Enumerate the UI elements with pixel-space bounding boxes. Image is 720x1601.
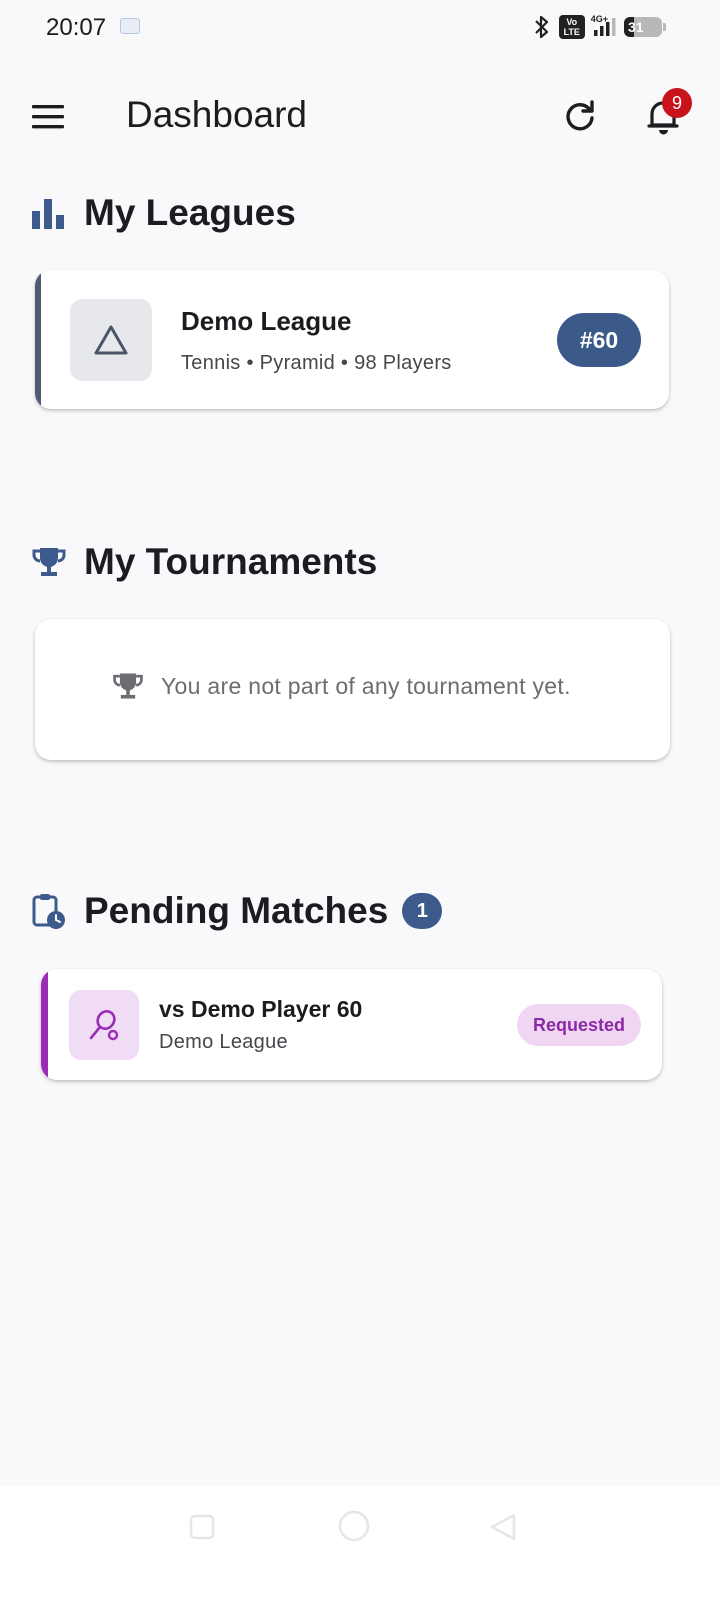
leagues-section-header: My Leagues — [30, 192, 296, 234]
home-button[interactable] — [336, 1508, 372, 1549]
match-opponent: vs Demo Player 60 — [159, 996, 363, 1022]
league-card[interactable]: Demo League Tennis • Pyramid • 98 Player… — [35, 270, 669, 409]
circle-icon — [338, 1510, 370, 1542]
battery-icon: 31 — [624, 17, 666, 37]
match-status-badge: Requested — [517, 1004, 641, 1046]
league-thumbnail — [70, 299, 152, 381]
battery-level: 31 — [628, 19, 644, 35]
back-button[interactable] — [488, 1511, 518, 1548]
match-card-accent — [41, 969, 48, 1080]
notification-count-badge: 9 — [662, 88, 692, 118]
bluetooth-icon — [534, 15, 548, 39]
tennis-racket-icon — [89, 1010, 119, 1041]
app-bar: Dashboard — [0, 80, 720, 152]
tournaments-empty-card: You are not part of any tournament yet. — [35, 619, 670, 760]
menu-icon — [32, 105, 64, 129]
pending-match-card[interactable]: vs Demo Player 60 Demo League Requested — [41, 969, 662, 1080]
section-title: My Tournaments — [84, 541, 378, 582]
bar-chart-icon — [32, 199, 64, 229]
refresh-icon — [566, 100, 594, 131]
trophy-icon — [113, 673, 143, 699]
menu-button[interactable] — [30, 100, 68, 134]
pending-count-badge: 1 — [402, 893, 443, 929]
refresh-button[interactable] — [560, 96, 600, 136]
section-title: Pending Matches — [84, 890, 389, 931]
page-title: Dashboard — [126, 94, 308, 135]
square-icon — [189, 1514, 215, 1540]
status-icons: Vo LTE 4G+ 31 — [531, 14, 666, 40]
system-nav-bar — [0, 1486, 720, 1601]
league-card-accent — [35, 270, 41, 409]
match-league: Demo League — [159, 1031, 288, 1053]
section-title: My Leagues — [84, 192, 296, 233]
league-name: Demo League — [181, 306, 352, 336]
league-meta: Tennis • Pyramid • 98 Players — [181, 352, 452, 374]
pending-section-header: Pending Matches 1 — [30, 890, 443, 932]
status-bar: 20:07 Vo LTE 4G+ 31 — [0, 0, 720, 58]
trophy-icon — [32, 548, 66, 576]
volte-icon: Vo LTE — [558, 15, 585, 39]
status-time: 20:07 — [46, 14, 107, 41]
empty-message: You are not part of any tournament yet. — [161, 672, 571, 699]
triangle-icon — [94, 325, 128, 355]
back-triangle-icon — [490, 1513, 516, 1541]
match-thumbnail — [69, 990, 139, 1060]
app-notification-icon — [120, 18, 140, 34]
network-type-label: 4G+ — [590, 14, 608, 24]
league-rank-badge: #60 — [557, 313, 641, 367]
empty-state: You are not part of any tournament yet. — [111, 669, 571, 703]
clipboard-clock-icon — [32, 894, 65, 929]
recents-button[interactable] — [188, 1513, 216, 1546]
tournaments-section-header: My Tournaments — [30, 541, 377, 583]
